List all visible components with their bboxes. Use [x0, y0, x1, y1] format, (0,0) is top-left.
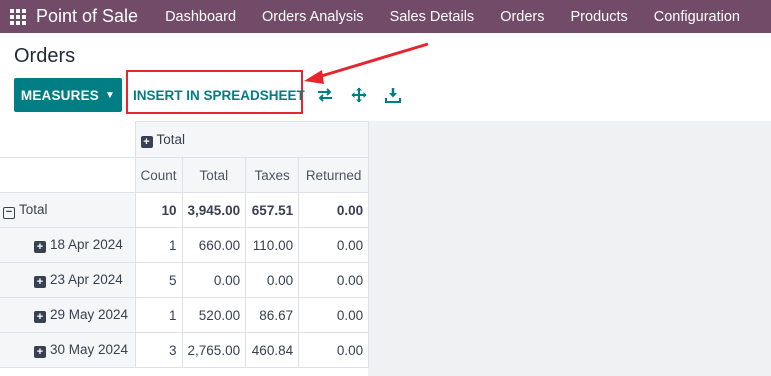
pivot-corner-lower	[0, 157, 136, 193]
insert-in-spreadsheet-button[interactable]: INSERT IN SPREADSHEET	[133, 80, 305, 110]
nav-products[interactable]: Products	[558, 0, 641, 33]
page-title: Orders	[14, 45, 76, 67]
nav-orders[interactable]: Orders	[487, 0, 557, 33]
cell-total[interactable]: 0.00	[181, 262, 247, 298]
column-group-header[interactable]: + Total	[134, 121, 370, 158]
row-header-date[interactable]: +18 Apr 2024	[0, 227, 136, 263]
expand-plus-icon: +	[140, 135, 153, 148]
row-label: 29 May 2024	[50, 307, 129, 322]
table-row: +30 May 2024 3 2,765.00 460.84 0.00	[0, 332, 370, 368]
pivot-corner	[0, 121, 136, 158]
cell-returned[interactable]: 0.00	[298, 262, 370, 298]
nav-configuration[interactable]: Configuration	[641, 0, 753, 33]
cell-taxes[interactable]: 657.51	[245, 192, 300, 228]
top-navbar: Point of Sale Dashboard Orders Analysis …	[0, 0, 771, 33]
nav-orders-analysis[interactable]: Orders Analysis	[249, 0, 377, 33]
cell-total[interactable]: 2,765.00	[181, 332, 247, 368]
collapse-minus-icon: −	[3, 206, 15, 219]
cell-total[interactable]: 520.00	[181, 297, 247, 333]
row-header-date[interactable]: +23 Apr 2024	[0, 262, 136, 298]
pivot-table: + Total Count Total Taxes Returned − Total…	[0, 121, 370, 368]
row-header-date[interactable]: +30 May 2024	[0, 332, 136, 368]
measure-header-returned[interactable]: Returned	[298, 157, 370, 193]
cell-total[interactable]: 3,945.00	[181, 192, 247, 228]
cell-taxes[interactable]: 110.00	[245, 227, 300, 263]
measures-button[interactable]: MEASURES ▼	[14, 78, 122, 112]
cell-returned[interactable]: 0.00	[298, 227, 370, 263]
table-row: +29 May 2024 1 520.00 86.67 0.00	[0, 297, 370, 333]
expand-plus-icon: +	[34, 311, 46, 323]
row-header-date[interactable]: +29 May 2024	[0, 297, 136, 333]
cell-count[interactable]: 1	[134, 297, 183, 333]
cell-returned[interactable]: 0.00	[298, 297, 370, 333]
cell-returned[interactable]: 0.00	[298, 192, 370, 228]
cell-count[interactable]: 5	[134, 262, 183, 298]
flip-axis-icon[interactable]	[315, 84, 335, 106]
cell-taxes[interactable]: 86.67	[245, 297, 300, 333]
cell-taxes[interactable]: 0.00	[245, 262, 300, 298]
apps-grid-icon	[10, 8, 26, 25]
expand-all-icon[interactable]	[349, 84, 369, 106]
expand-plus-icon: +	[34, 276, 46, 288]
download-icon[interactable]	[383, 84, 403, 106]
app-brand[interactable]: Point of Sale	[36, 6, 138, 27]
cell-taxes[interactable]: 460.84	[245, 332, 300, 368]
table-row: +18 Apr 2024 1 660.00 110.00 0.00	[0, 227, 370, 263]
caret-down-icon: ▼	[105, 89, 116, 101]
row-label: Total	[19, 201, 48, 217]
nav-dashboard[interactable]: Dashboard	[152, 0, 249, 33]
measures-label: MEASURES	[20, 87, 99, 103]
column-group-label: Total	[156, 131, 186, 147]
row-label: 18 Apr 2024	[50, 237, 123, 252]
expand-plus-icon: +	[34, 346, 46, 358]
measure-header-count[interactable]: Count	[134, 157, 183, 193]
cell-count[interactable]: 1	[134, 227, 183, 263]
nav-sales-details[interactable]: Sales Details	[377, 0, 488, 33]
empty-view-area	[368, 121, 771, 376]
table-row-total: − Total 10 3,945.00 657.51 0.00	[0, 192, 370, 228]
expand-plus-icon: +	[34, 241, 46, 253]
row-label: 23 Apr 2024	[50, 272, 123, 287]
measure-header-taxes[interactable]: Taxes	[245, 157, 300, 193]
cell-total[interactable]: 660.00	[181, 227, 247, 263]
cell-count[interactable]: 3	[134, 332, 183, 368]
row-header-total[interactable]: − Total	[0, 192, 136, 228]
cell-returned[interactable]: 0.00	[298, 332, 370, 368]
table-row: +23 Apr 2024 5 0.00 0.00 0.00	[0, 262, 370, 298]
measure-header-total[interactable]: Total	[181, 157, 247, 193]
apps-menu-icon[interactable]	[0, 0, 36, 33]
row-label: 30 May 2024	[50, 342, 129, 357]
cell-count[interactable]: 10	[134, 192, 183, 228]
